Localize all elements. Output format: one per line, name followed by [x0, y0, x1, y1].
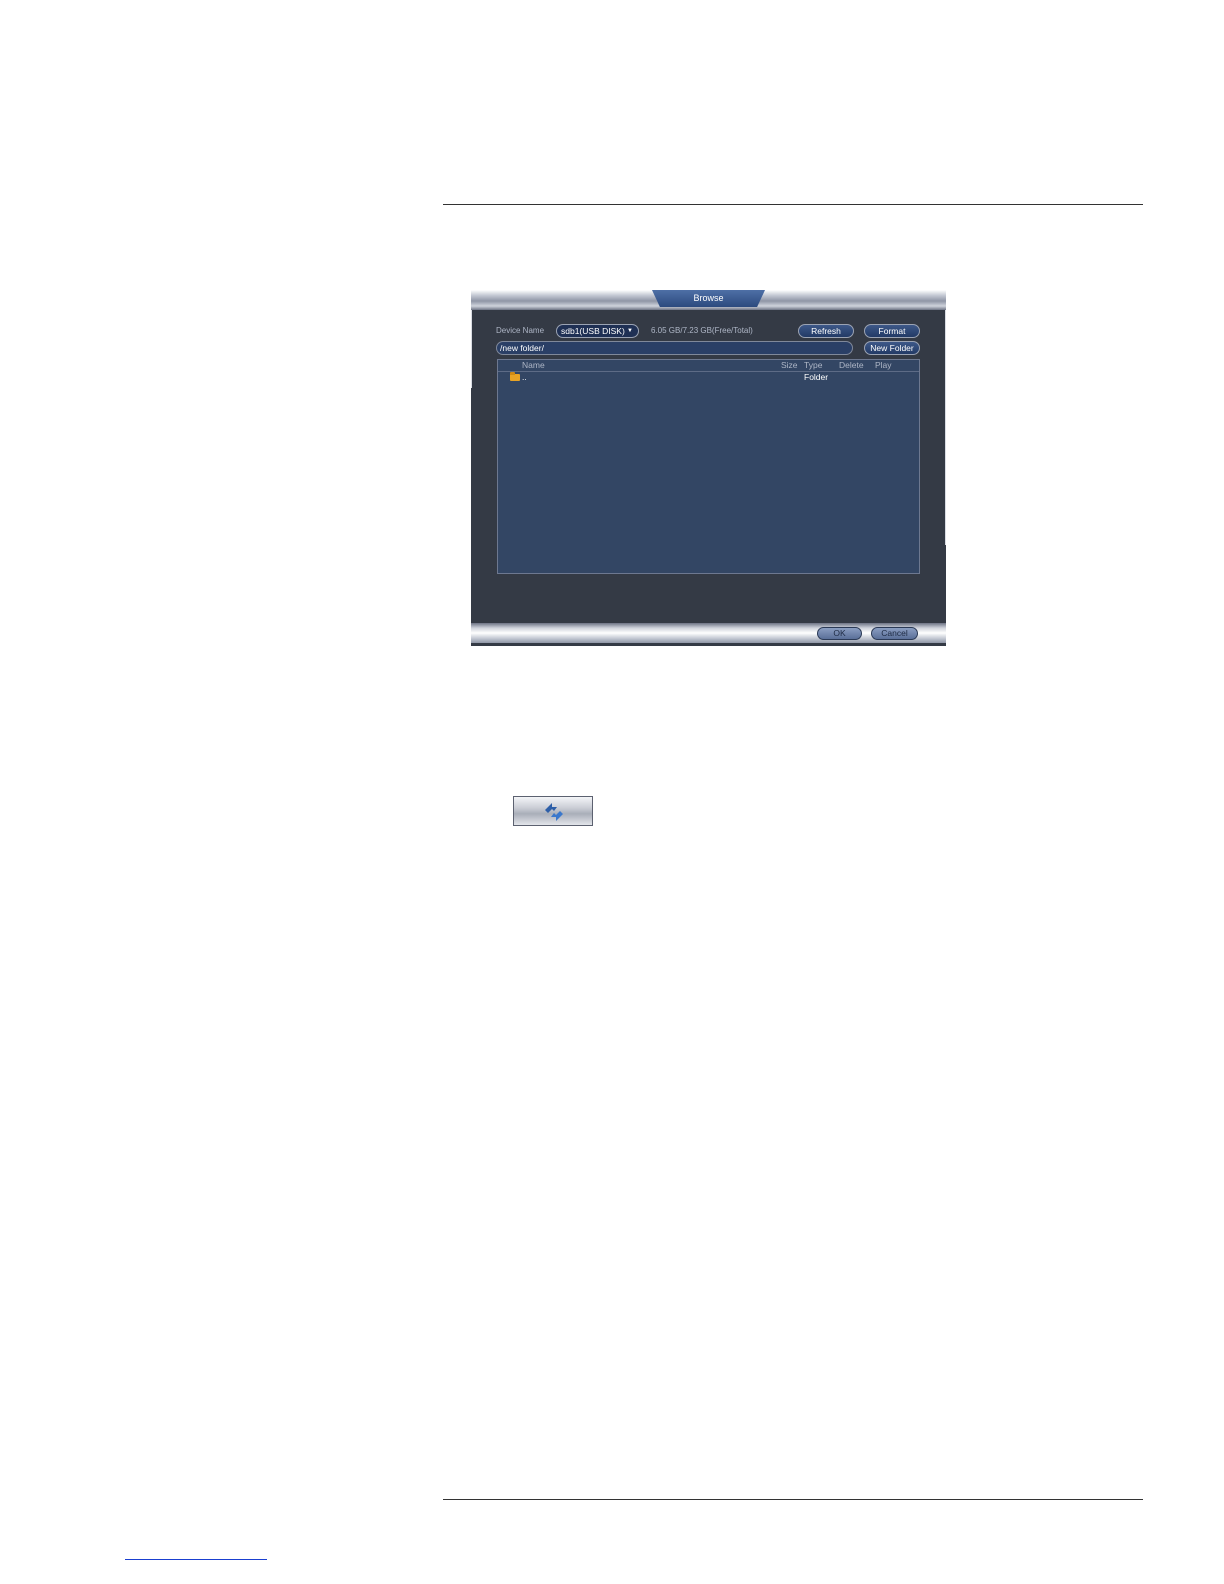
dialog-edge — [471, 310, 472, 388]
device-name-select[interactable]: sdb1(USB DISK) ▼ — [556, 324, 639, 338]
device-select-value: sdb1(USB DISK) — [561, 326, 625, 336]
column-header-size[interactable]: Size — [781, 360, 798, 371]
footer-rule — [443, 1499, 1143, 1500]
column-header-type[interactable]: Type — [804, 360, 822, 371]
column-header-delete[interactable]: Delete — [839, 360, 864, 371]
file-name: .. — [522, 372, 527, 382]
ok-button[interactable]: OK — [817, 627, 862, 640]
header-rule — [443, 204, 1143, 205]
dialog-titlebar: Browse — [471, 290, 946, 310]
refresh-button[interactable]: Refresh — [798, 324, 854, 338]
refresh-icon — [545, 803, 563, 821]
footer-link-underline[interactable] — [125, 1559, 267, 1560]
column-header-play[interactable]: Play — [875, 360, 892, 371]
column-header-name[interactable]: Name — [522, 360, 545, 371]
dialog-edge — [945, 310, 946, 545]
file-type: Folder — [804, 372, 829, 382]
cancel-button[interactable]: Cancel — [871, 627, 918, 640]
browse-dialog: Browse Device Name sdb1(USB DISK) ▼ 6.05… — [471, 290, 946, 646]
file-list: Name Size Type Delete Play .. Folder — [497, 359, 920, 574]
format-button[interactable]: Format — [864, 324, 920, 338]
device-name-label: Device Name — [496, 326, 545, 335]
folder-icon — [510, 372, 520, 381]
dialog-title: Browse — [652, 290, 765, 307]
chevron-down-icon: ▼ — [627, 328, 633, 334]
dialog-bottombar: OK Cancel — [471, 623, 946, 643]
capacity-text: 6.05 GB/7.23 GB(Free/Total) — [651, 326, 753, 335]
refresh-icon-button[interactable] — [513, 796, 593, 826]
list-item[interactable]: .. Folder — [498, 372, 919, 383]
path-field[interactable]: /new folder/ — [496, 341, 853, 355]
new-folder-button[interactable]: New Folder — [864, 341, 920, 355]
